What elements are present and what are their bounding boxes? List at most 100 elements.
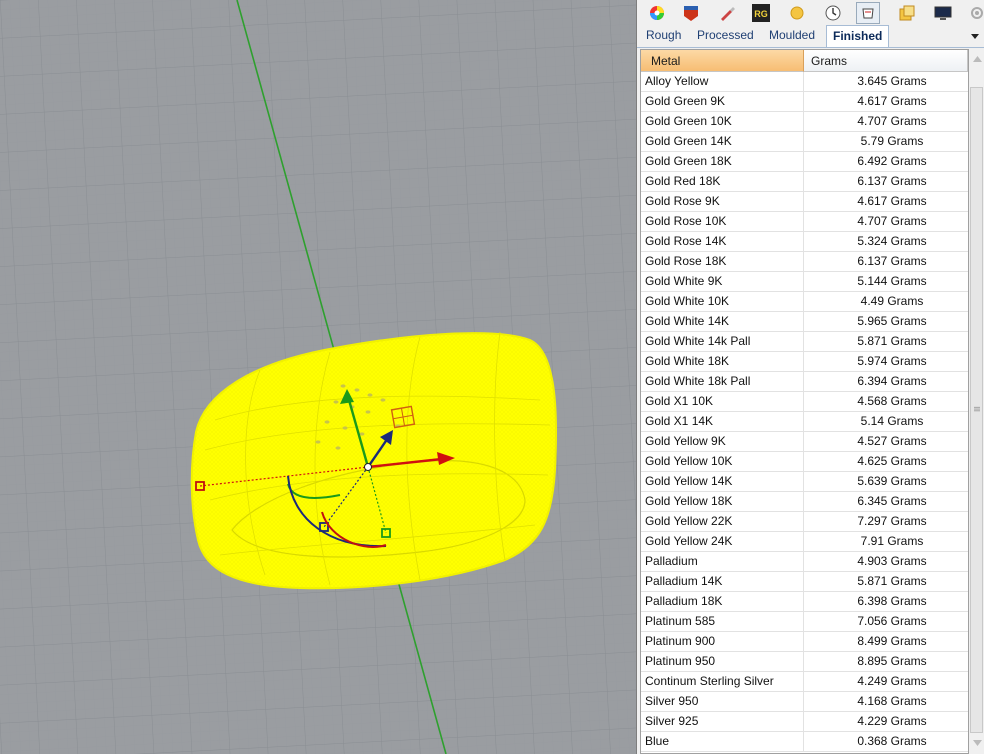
- tab-finished[interactable]: Finished: [826, 25, 890, 47]
- table-row[interactable]: Gold White 18k Pall 6.394 Grams: [641, 372, 968, 392]
- table-row[interactable]: Palladium 4.903 Grams: [641, 552, 968, 572]
- metal-name-cell: Continum Sterling Silver: [641, 672, 804, 691]
- metal-name-cell: Gold White 18K: [641, 352, 804, 371]
- grams-value-cell: 6.492 Grams: [857, 154, 927, 168]
- grams-value-cell: 4.707 Grams: [857, 214, 927, 228]
- settings-icon[interactable]: [967, 3, 984, 23]
- table-row[interactable]: Gold Green 10K 4.707 Grams: [641, 112, 968, 132]
- grams-value-cell: 4.49 Grams: [860, 294, 924, 308]
- grams-value-cell: 4.168 Grams: [857, 694, 927, 708]
- table-row[interactable]: Gold Green 14K 5.79 Grams: [641, 132, 968, 152]
- scroll-down-icon[interactable]: [969, 735, 984, 751]
- grams-value-cell: 4.527 Grams: [857, 434, 927, 448]
- gem-icon[interactable]: [787, 3, 807, 23]
- display-icon[interactable]: [933, 3, 953, 23]
- metal-name-cell: Gold Green 9K: [641, 92, 804, 111]
- table-row[interactable]: Gold White 14k Pall 5.871 Grams: [641, 332, 968, 352]
- grams-value-cell: 5.871 Grams: [857, 574, 927, 588]
- grams-value-cell: 5.14 Grams: [860, 414, 924, 428]
- chevron-down-icon[interactable]: [969, 29, 981, 41]
- column-header-grams[interactable]: Grams: [804, 50, 968, 72]
- table-row[interactable]: Gold Yellow 22K 7.297 Grams: [641, 512, 968, 532]
- metal-name-cell: Gold White 14k Pall: [641, 332, 804, 351]
- metal-weight-panel: RG Rough Processed Moulded Finished Meta…: [636, 0, 984, 754]
- grams-value-cell: 8.895 Grams: [857, 654, 927, 668]
- grams-value-cell: 6.394 Grams: [857, 374, 927, 388]
- metal-name-cell: Gold Yellow 18K: [641, 492, 804, 511]
- metal-name-cell: Gold Yellow 10K: [641, 452, 804, 471]
- table-row[interactable]: Silver 950 4.168 Grams: [641, 692, 968, 712]
- table-row[interactable]: Gold Yellow 10K 4.625 Grams: [641, 452, 968, 472]
- grams-value-cell: 0.368 Grams: [857, 734, 927, 748]
- material-icon[interactable]: [681, 3, 701, 23]
- metal-state-tabs: Rough Processed Moulded Finished: [637, 25, 984, 48]
- rg-logo-icon[interactable]: RG: [751, 3, 771, 23]
- grams-value-cell: 4.229 Grams: [857, 714, 927, 728]
- table-row[interactable]: Gold Rose 18K 6.137 Grams: [641, 252, 968, 272]
- metal-name-cell: Gold White 18k Pall: [641, 372, 804, 391]
- table-header: Metal Grams: [641, 50, 968, 72]
- table-row[interactable]: Gold White 9K 5.144 Grams: [641, 272, 968, 292]
- scroll-up-icon[interactable]: [969, 51, 984, 67]
- grams-value-cell: 4.707 Grams: [857, 114, 927, 128]
- metal-name-cell: Silver 925: [641, 712, 804, 731]
- table-row[interactable]: Gold Yellow 14K 5.639 Grams: [641, 472, 968, 492]
- table-row[interactable]: Gold Rose 14K 5.324 Grams: [641, 232, 968, 252]
- color-wheel-icon[interactable]: [647, 3, 667, 23]
- panel-toolbar: RG: [637, 0, 984, 26]
- tab-processed[interactable]: Processed: [691, 25, 760, 46]
- grams-value-cell: 4.625 Grams: [857, 454, 927, 468]
- grams-value-cell: 5.324 Grams: [857, 234, 927, 248]
- table-row[interactable]: Platinum 900 8.499 Grams: [641, 632, 968, 652]
- tab-rough[interactable]: Rough: [640, 25, 687, 46]
- grams-value-cell: 4.903 Grams: [857, 554, 927, 568]
- metal-name-cell: Silver 950: [641, 692, 804, 711]
- grams-value-cell: 5.79 Grams: [860, 134, 924, 148]
- table-row[interactable]: Gold Yellow 9K 4.527 Grams: [641, 432, 968, 452]
- table-row[interactable]: Platinum 950 8.895 Grams: [641, 652, 968, 672]
- metal-name-cell: Gold Green 10K: [641, 112, 804, 131]
- table-row[interactable]: Gold X1 14K 5.14 Grams: [641, 412, 968, 432]
- grams-value-cell: 5.871 Grams: [857, 334, 927, 348]
- grams-value-cell: 5.974 Grams: [857, 354, 927, 368]
- grams-value-cell: 7.91 Grams: [860, 534, 924, 548]
- metal-name-cell: Platinum 950: [641, 652, 804, 671]
- table-row[interactable]: Gold White 14K 5.965 Grams: [641, 312, 968, 332]
- table-row[interactable]: Platinum 585 7.056 Grams: [641, 612, 968, 632]
- gumball-center[interactable]: [364, 463, 372, 471]
- layers-icon[interactable]: [897, 3, 917, 23]
- table-row[interactable]: Gold Yellow 18K 6.345 Grams: [641, 492, 968, 512]
- grams-value-cell: 3.645 Grams: [857, 74, 927, 88]
- grams-value-cell: 5.965 Grams: [857, 314, 927, 328]
- grams-value-cell: 6.137 Grams: [857, 254, 927, 268]
- table-row[interactable]: Blue 0.368 Grams: [641, 732, 968, 752]
- table-row[interactable]: Palladium 14K 5.871 Grams: [641, 572, 968, 592]
- column-header-metal[interactable]: Metal: [641, 50, 804, 72]
- metal-name-cell: Gold Rose 18K: [641, 252, 804, 271]
- metal-name-cell: Gold Red 18K: [641, 172, 804, 191]
- brush-icon[interactable]: [717, 3, 737, 23]
- table-row[interactable]: Gold Green 18K 6.492 Grams: [641, 152, 968, 172]
- table-row[interactable]: Gold White 18K 5.974 Grams: [641, 352, 968, 372]
- perspective-viewport[interactable]: [0, 0, 636, 754]
- table-row[interactable]: Gold Green 9K 4.617 Grams: [641, 92, 968, 112]
- metal-name-cell: Gold X1 10K: [641, 392, 804, 411]
- ring-weight-icon[interactable]: [856, 2, 880, 24]
- table-scrollbar[interactable]: [969, 49, 984, 754]
- table-row[interactable]: Palladium 18K 6.398 Grams: [641, 592, 968, 612]
- clock-icon[interactable]: [823, 3, 843, 23]
- scrollbar-thumb[interactable]: [970, 87, 983, 733]
- table-row[interactable]: Gold Red 18K 6.137 Grams: [641, 172, 968, 192]
- table-row[interactable]: Silver 925 4.229 Grams: [641, 712, 968, 732]
- grams-value-cell: 4.249 Grams: [857, 674, 927, 688]
- table-row[interactable]: Gold White 10K 4.49 Grams: [641, 292, 968, 312]
- table-row[interactable]: Continum Sterling Silver 4.249 Grams: [641, 672, 968, 692]
- tab-moulded[interactable]: Moulded: [763, 25, 821, 46]
- metal-name-cell: Alloy Yellow: [641, 72, 804, 91]
- table-row[interactable]: Alloy Yellow 3.645 Grams: [641, 72, 968, 92]
- viewport-canvas[interactable]: [0, 0, 636, 754]
- table-row[interactable]: Gold Rose 9K 4.617 Grams: [641, 192, 968, 212]
- table-row[interactable]: Gold Rose 10K 4.707 Grams: [641, 212, 968, 232]
- table-row[interactable]: Gold X1 10K 4.568 Grams: [641, 392, 968, 412]
- table-row[interactable]: Gold Yellow 24K 7.91 Grams: [641, 532, 968, 552]
